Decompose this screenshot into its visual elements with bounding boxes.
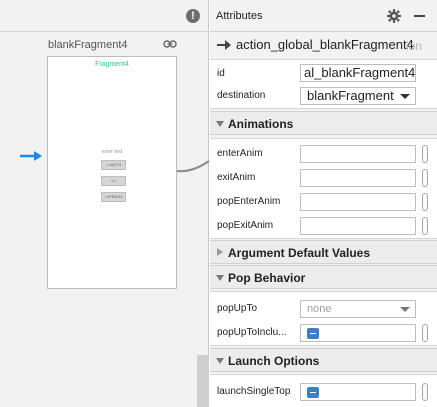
popupto-value: none	[307, 303, 332, 315]
launch-single-top-handle[interactable]	[422, 383, 428, 401]
pop-exit-anim-field[interactable]	[300, 217, 416, 235]
fragment-label: blankFragment4	[48, 39, 128, 51]
section-launch-options[interactable]: Launch Options	[210, 348, 437, 372]
pop-behavior-attributes: popUpTo none popUpToInclu...	[210, 291, 437, 346]
canvas-scrollbar[interactable]	[197, 355, 209, 407]
fragment-title: Fragment4	[95, 61, 129, 68]
enter-anim-field[interactable]	[300, 145, 416, 163]
panel-header: Attributes	[210, 0, 437, 32]
link-icon[interactable]	[163, 38, 177, 50]
preview-button-back: <=	[101, 176, 126, 186]
start-destination-arrow-icon	[20, 151, 42, 161]
exit-anim-picker-handle[interactable]	[422, 169, 428, 187]
enter-anim-picker-handle[interactable]	[422, 145, 428, 163]
panel-title: Attributes	[216, 10, 263, 22]
minimize-icon[interactable]	[414, 15, 425, 17]
section-title: Pop Behavior	[228, 271, 306, 285]
enter-anim-label: enterAnim	[217, 148, 263, 159]
fragment-text: enter text	[101, 149, 123, 155]
fragment-preview[interactable]: Fragment4 enter text =>ACT3 <= =>FRAG3	[47, 56, 177, 289]
action-name-overflow: ion	[406, 39, 423, 53]
pop-exit-anim-label: popExitAnim	[217, 220, 274, 231]
preview-button-act3: =>ACT3	[101, 160, 126, 170]
canvas-toolbar: !	[0, 0, 208, 32]
indeterminate-checkbox-icon[interactable]	[307, 328, 319, 339]
navigation-canvas[interactable]: ! blankFragment4 Fragment4 enter text =>…	[0, 0, 210, 407]
pop-enter-anim-label: popEnterAnim	[217, 196, 281, 207]
popupto-label: popUpTo	[217, 303, 258, 314]
action-name: action_global_blankFragment4	[236, 37, 414, 52]
action-header: action_global_blankFragment4 ion	[210, 33, 437, 59]
popupto-dropdown[interactable]: none	[300, 300, 416, 318]
destination-label: destination	[217, 90, 266, 101]
launch-options-attributes: launchSingleTop	[210, 374, 437, 407]
action-connector[interactable]	[176, 150, 210, 180]
destination-dropdown[interactable]: blankFragment	[300, 87, 416, 105]
collapse-arrow-icon	[216, 121, 224, 127]
collapse-arrow-icon	[216, 275, 224, 281]
chevron-down-icon	[400, 94, 410, 99]
id-label: id	[217, 68, 225, 79]
exit-anim-field[interactable]	[300, 169, 416, 187]
section-title: Launch Options	[228, 354, 320, 368]
launch-single-top-label: launchSingleTop	[217, 386, 291, 397]
preview-button-frag3: =>FRAG3	[101, 192, 126, 202]
pop-exit-anim-picker-handle[interactable]	[422, 217, 428, 235]
popupto-inclusive-label: popUpToInclu...	[217, 327, 287, 338]
collapse-arrow-icon	[216, 358, 224, 364]
section-title: Animations	[228, 117, 294, 131]
launch-single-top-field[interactable]	[300, 383, 416, 401]
expand-arrow-icon	[217, 248, 223, 256]
attributes-panel: Attributes action_global_blankFragment4 …	[210, 0, 437, 407]
animations-attributes: enterAnim exitAnim popEnterAnim popExitA…	[210, 138, 437, 239]
popupto-inclusive-field[interactable]	[300, 324, 416, 342]
action-arrow-icon	[217, 40, 231, 50]
section-animations[interactable]: Animations	[210, 111, 437, 135]
warning-icon[interactable]: !	[186, 9, 200, 23]
general-attributes: id al_blankFragment4 destination blankFr…	[210, 59, 437, 109]
section-argument-default-values[interactable]: Argument Default Values	[210, 240, 437, 264]
section-pop-behavior[interactable]: Pop Behavior	[210, 265, 437, 289]
indeterminate-checkbox-icon[interactable]	[307, 387, 319, 398]
destination-value: blankFragment	[307, 88, 394, 103]
pop-enter-anim-picker-handle[interactable]	[422, 193, 428, 211]
chevron-down-icon	[400, 307, 410, 312]
popupto-inclusive-handle[interactable]	[422, 324, 428, 342]
gear-icon[interactable]	[387, 9, 401, 23]
section-title: Argument Default Values	[228, 246, 371, 260]
pop-enter-anim-field[interactable]	[300, 193, 416, 211]
id-field[interactable]: al_blankFragment4	[300, 64, 416, 82]
exit-anim-label: exitAnim	[217, 172, 256, 183]
